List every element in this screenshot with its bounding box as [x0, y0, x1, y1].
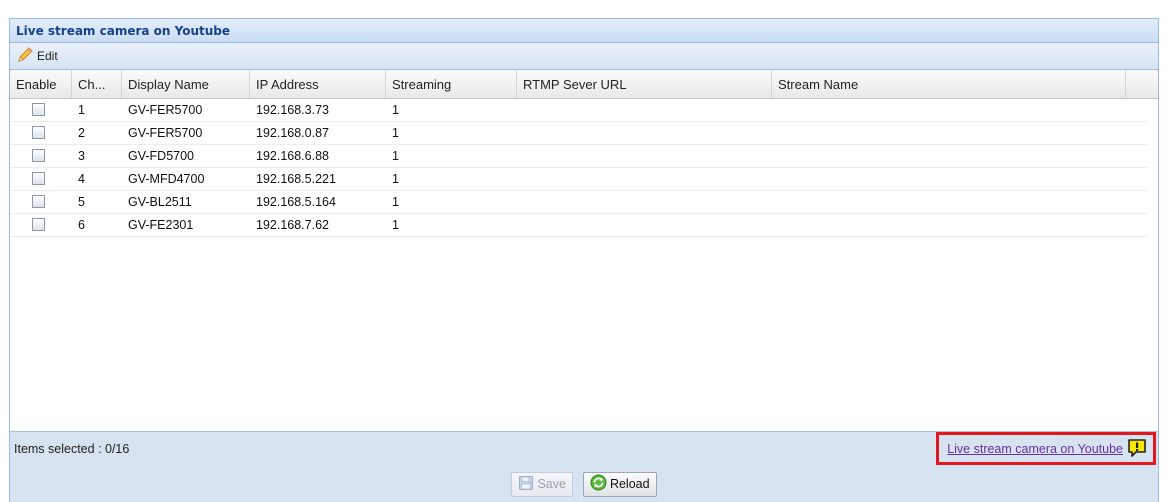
rtmp-url-cell: [517, 214, 772, 236]
table-row[interactable]: 6 GV-FE2301 192.168.7.62 1: [10, 214, 1147, 237]
youtube-stream-panel: Live stream camera on Youtube Edit Enabl…: [9, 18, 1159, 502]
streaming-cell: 1: [392, 149, 399, 163]
table-row[interactable]: 1 GV-FER5700 192.168.3.73 1: [10, 99, 1147, 122]
panel-title-bar: Live stream camera on Youtube: [10, 19, 1158, 43]
ip-address-cell: 192.168.6.88: [256, 149, 329, 163]
enable-checkbox[interactable]: [32, 126, 45, 139]
rtmp-url-cell: [517, 168, 772, 190]
table-row[interactable]: 4 GV-MFD4700 192.168.5.221 1: [10, 168, 1147, 191]
column-header-display-name[interactable]: Display Name: [122, 70, 250, 99]
column-header-channel[interactable]: Ch...: [72, 70, 122, 99]
enable-checkbox[interactable]: [32, 195, 45, 208]
stream-name-cell: [772, 122, 1126, 144]
channel-cell: 3: [78, 149, 85, 163]
toolbar: Edit: [10, 43, 1158, 70]
column-header-ip-address[interactable]: IP Address: [250, 70, 386, 99]
streaming-cell: 1: [392, 172, 399, 186]
stream-name-cell: [772, 168, 1126, 190]
streaming-cell: 1: [392, 126, 399, 140]
column-header-rtmp-url[interactable]: RTMP Sever URL: [517, 70, 772, 99]
display-name-cell: GV-FE2301: [128, 218, 194, 232]
floppy-disk-icon: [518, 475, 534, 494]
stream-name-cell: [772, 145, 1126, 167]
rtmp-url-cell: [517, 191, 772, 213]
channel-cell: 4: [78, 172, 85, 186]
ip-address-cell: 192.168.0.87: [256, 126, 329, 140]
ip-address-cell: 192.168.5.221: [256, 172, 336, 186]
pencil-icon: [17, 46, 34, 66]
edit-button[interactable]: Edit: [14, 44, 61, 68]
display-name-cell: GV-MFD4700: [128, 172, 205, 186]
refresh-icon: [590, 474, 607, 494]
ip-address-cell: 192.168.3.73: [256, 103, 329, 117]
enable-checkbox[interactable]: [32, 172, 45, 185]
display-name-cell: GV-FD5700: [128, 149, 195, 163]
channel-cell: 6: [78, 218, 85, 232]
reload-button[interactable]: Reload: [582, 471, 657, 497]
youtube-stream-link[interactable]: Live stream camera on Youtube: [947, 442, 1123, 456]
grid-body: 1 GV-FER5700 192.168.3.73 1 2 GV-FER5700…: [10, 99, 1158, 415]
column-header-stream-name[interactable]: Stream Name: [772, 70, 1126, 99]
rtmp-url-cell: [517, 99, 772, 121]
footer-button-bar: Save Reload: [10, 465, 1158, 502]
display-name-cell: GV-FER5700: [128, 126, 203, 140]
display-name-cell: GV-BL2511: [128, 195, 192, 209]
enable-checkbox[interactable]: [32, 218, 45, 231]
enable-checkbox[interactable]: [32, 103, 45, 116]
channel-cell: 2: [78, 126, 85, 140]
streaming-cell: 1: [392, 103, 399, 117]
streaming-cell: 1: [392, 218, 399, 232]
edit-label: Edit: [37, 49, 58, 63]
stream-name-cell: [772, 99, 1126, 121]
display-name-cell: GV-FER5700: [128, 103, 203, 117]
table-row[interactable]: 3 GV-FD5700 192.168.6.88 1: [10, 145, 1147, 168]
ip-address-cell: 192.168.5.164: [256, 195, 336, 209]
channel-cell: 5: [78, 195, 85, 209]
table-row[interactable]: 2 GV-FER5700 192.168.0.87 1: [10, 122, 1147, 145]
stream-name-cell: [772, 214, 1126, 236]
items-selected-text: Items selected : 0/16: [14, 441, 130, 456]
reload-label: Reload: [609, 477, 650, 491]
rtmp-url-cell: [517, 122, 772, 144]
youtube-link-highlight: Live stream camera on Youtube: [936, 432, 1156, 465]
ip-address-cell: 192.168.7.62: [256, 218, 329, 232]
save-label: Save: [537, 477, 566, 491]
save-button[interactable]: Save: [511, 471, 573, 497]
grid-header: Enable Ch... Display Name IP Address Str…: [10, 70, 1158, 99]
enable-checkbox[interactable]: [32, 149, 45, 162]
column-header-enable[interactable]: Enable: [10, 70, 72, 99]
streaming-cell: 1: [392, 195, 399, 209]
exclamation-icon[interactable]: [1127, 438, 1147, 460]
column-header-spacer: [1126, 70, 1158, 99]
rtmp-url-cell: [517, 145, 772, 167]
panel-title: Live stream camera on Youtube: [16, 23, 231, 38]
table-row[interactable]: 5 GV-BL2511 192.168.5.164 1: [10, 191, 1147, 214]
column-header-streaming[interactable]: Streaming: [386, 70, 517, 99]
stream-name-cell: [772, 191, 1126, 213]
channel-cell: 1: [78, 103, 85, 117]
status-bar: Items selected : 0/16 Live stream camera…: [10, 431, 1158, 465]
